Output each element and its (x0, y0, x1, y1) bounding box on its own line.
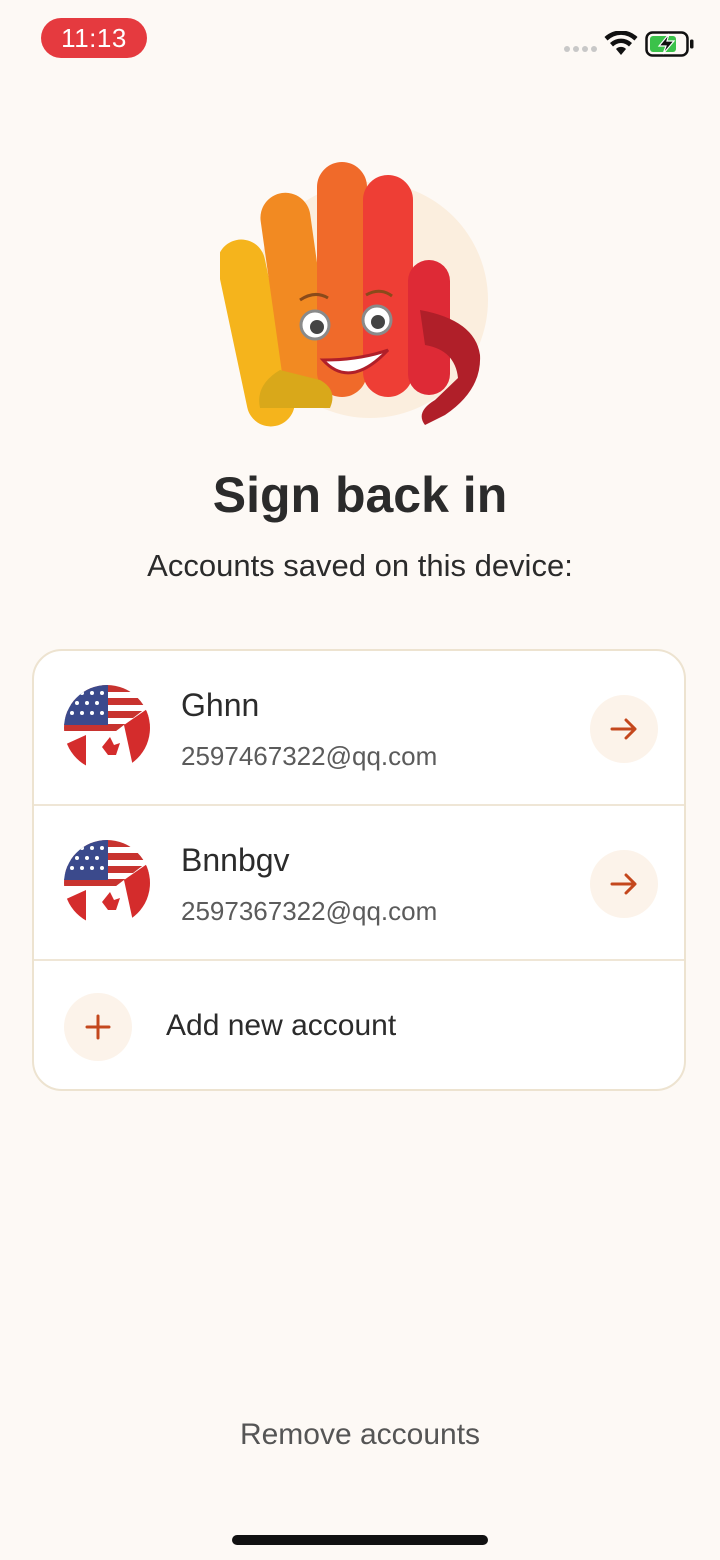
add-account-label: Add new account (166, 1009, 397, 1042)
wifi-icon (604, 31, 638, 55)
us-canada-flag-avatar (64, 685, 150, 771)
remove-accounts-button[interactable]: Remove accounts (0, 1418, 720, 1452)
plus-icon (85, 1014, 111, 1040)
add-new-account-button[interactable]: Add new account (34, 961, 684, 1089)
us-canada-flag-avatar (64, 840, 150, 926)
mascot-illustration (220, 162, 488, 427)
arrow-right-icon (610, 873, 637, 895)
status-bar: 11:13 (0, 0, 720, 80)
account-row[interactable]: Bnnbgv 2597367322@qq.com (34, 806, 684, 961)
account-email: 2597467322@qq.com (181, 741, 438, 771)
status-time: 11:13 (41, 18, 147, 58)
page-subtitle: Accounts saved on this device: (147, 548, 573, 583)
signal-icon (564, 46, 597, 52)
battery-charging-icon (645, 31, 694, 57)
sign-in-arrow-button[interactable] (590, 850, 658, 918)
page-title: Sign back in (212, 467, 508, 523)
account-name: Bnnbgv (181, 842, 290, 878)
accounts-card: Ghnn 2597467322@qq.com Bnnbgv 2597367322… (32, 649, 686, 1091)
add-account-icon-button[interactable] (64, 993, 132, 1061)
sign-in-arrow-button[interactable] (590, 695, 658, 763)
home-indicator[interactable] (232, 1535, 488, 1545)
account-email: 2597367322@qq.com (181, 896, 438, 926)
account-row[interactable]: Ghnn 2597467322@qq.com (34, 651, 684, 806)
arrow-right-icon (610, 718, 637, 740)
account-name: Ghnn (181, 687, 260, 723)
